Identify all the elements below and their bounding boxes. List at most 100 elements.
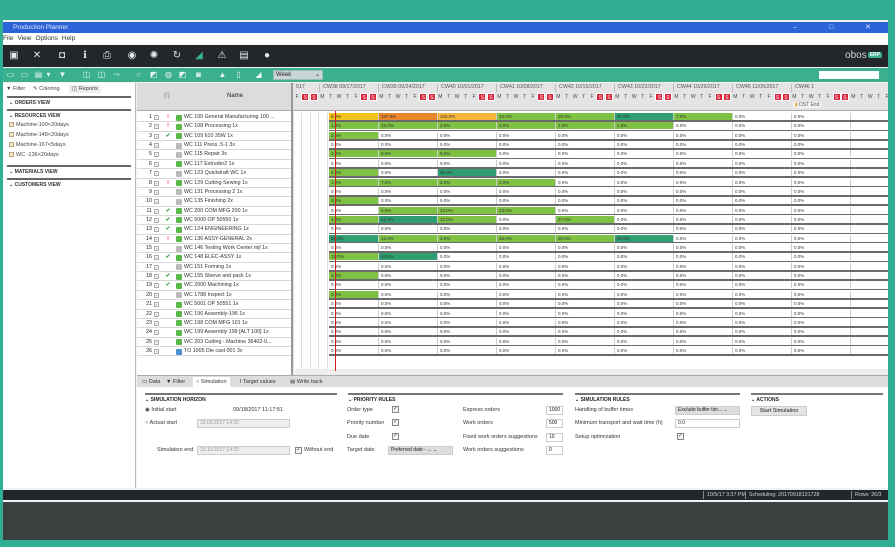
load-bar[interactable]: 0.0%: [792, 197, 851, 205]
table-row[interactable]: 11 + ✔ WC 200 COM MFG 200 1x: [137, 207, 291, 216]
table-row[interactable]: 10 + WC 135 Finishing 2x: [137, 197, 291, 207]
load-bar[interactable]: 0.0%: [556, 150, 615, 158]
load-bar[interactable]: 0.0%: [497, 131, 556, 139]
work-orders-input[interactable]: 500: [546, 419, 563, 428]
load-bar[interactable]: 0.0%: [792, 150, 851, 158]
load-bar[interactable]: 0.0%: [674, 150, 733, 158]
load-bar[interactable]: 0.0%: [674, 281, 733, 289]
close-icon[interactable]: ✕: [30, 49, 44, 63]
load-bar[interactable]: 0.0%: [615, 290, 674, 298]
resource-item[interactable]: Machine-167<5days: [9, 142, 66, 148]
user-icon[interactable]: ●: [260, 49, 274, 63]
table-row[interactable]: 20 + WC 1788 Inspect 1x: [137, 291, 291, 301]
table-row[interactable]: 15 + WC 146 Testing Work Center mjl 1x: [137, 244, 291, 254]
search-input[interactable]: [819, 71, 879, 79]
load-bar[interactable]: 0.0%: [792, 178, 851, 186]
load-bar[interactable]: 0.0%: [674, 337, 733, 345]
load-bar[interactable]: 0.0%: [497, 347, 556, 354]
load-bar[interactable]: 0.0%: [615, 215, 674, 223]
table-row[interactable]: 25 + WC 203 Cutting - Machine 36402-0...: [137, 338, 291, 347]
due-date-checkbox[interactable]: ✓: [392, 433, 399, 440]
load-bar[interactable]: 0.0%: [674, 141, 733, 149]
load-bar[interactable]: 0.0%: [792, 141, 851, 149]
table-row[interactable]: 23 + WC 198 COM MFG 101 1x: [137, 319, 291, 329]
load-bar[interactable]: 0.0%: [792, 187, 851, 195]
load-bar[interactable]: 0.0%: [556, 187, 615, 195]
expand-icon[interactable]: +: [154, 236, 159, 242]
load-bar[interactable]: 0.0%: [792, 131, 851, 139]
maximize-button[interactable]: □: [829, 22, 833, 33]
load-bar[interactable]: 0.0%: [733, 141, 792, 149]
load-bar[interactable]: 0.0%: [438, 337, 497, 345]
tab-simulation[interactable]: ○ Simulation: [193, 377, 230, 387]
load-bar[interactable]: 0.0%: [674, 215, 733, 223]
close-button[interactable]: ✕: [865, 22, 871, 33]
gear-icon[interactable]: ✺: [147, 49, 161, 63]
load-bar[interactable]: 0.0%: [615, 169, 674, 177]
load-bar[interactable]: 0.0%: [792, 159, 851, 167]
load-bar[interactable]: 0.0%: [556, 318, 615, 326]
load-bar[interactable]: 3.0%: [329, 131, 379, 139]
expand-icon[interactable]: +: [154, 171, 159, 177]
load-bar[interactable]: 0.0%: [792, 309, 851, 317]
load-bar[interactable]: 0.0%: [556, 328, 615, 336]
load-bar[interactable]: 0.0%: [674, 253, 733, 261]
load-bar[interactable]: 0.0%: [615, 347, 674, 354]
expand-icon[interactable]: +: [154, 274, 159, 280]
load-bar[interactable]: 0.0%: [615, 262, 674, 270]
load-bar[interactable]: 0.0%: [329, 309, 379, 317]
minimize-button[interactable]: –: [793, 22, 797, 33]
load-bar[interactable]: 1.0%: [329, 150, 379, 158]
load-bar[interactable]: 0.0%: [615, 159, 674, 167]
load-bar[interactable]: 40.0%: [379, 253, 438, 261]
load-bar[interactable]: 2.0%: [438, 178, 497, 186]
load-bar[interactable]: 0.0%: [379, 318, 438, 326]
table-row[interactable]: 8 +! WC 129 Cutting-Sewing 1x: [137, 179, 291, 188]
section-resources-view[interactable]: ⌄ RESOURCES VIEW: [7, 109, 131, 119]
load-bar[interactable]: 0.0%: [329, 347, 379, 354]
load-bar[interactable]: 0.0%: [615, 253, 674, 261]
load-bar[interactable]: 30.0%: [556, 234, 615, 242]
load-bar[interactable]: 0.0%: [497, 300, 556, 308]
table-row[interactable]: 17 + WC 151 Forming 1x: [137, 263, 291, 273]
circle-icon[interactable]: ○: [133, 70, 144, 80]
table-row[interactable]: 19 + ✔ WC 2000 Machining 1x: [137, 281, 291, 291]
load-bar[interactable]: 0.0%: [438, 131, 497, 139]
load-bar[interactable]: 29.0%: [556, 113, 615, 120]
load-bar[interactable]: 0.0%: [379, 169, 438, 177]
load-bar[interactable]: 0.0%: [792, 169, 851, 177]
load-bar[interactable]: 0.0%: [615, 337, 674, 345]
load-bar[interactable]: 0.0%: [379, 309, 438, 317]
expand-icon[interactable]: +: [154, 292, 159, 298]
load-bar[interactable]: 0.0%: [733, 187, 792, 195]
load-bar[interactable]: 12.0%: [379, 234, 438, 242]
expand-icon[interactable]: +: [154, 189, 159, 195]
load-bar[interactable]: 0.0%: [674, 272, 733, 280]
load-bar[interactable]: 0.0%: [379, 131, 438, 139]
load-bar[interactable]: 0.0%: [733, 225, 792, 233]
load-bar[interactable]: 0.0%: [792, 225, 851, 233]
load-bar[interactable]: 0.0%: [733, 234, 792, 242]
order-type-checkbox[interactable]: ✓: [392, 406, 399, 413]
load-bar[interactable]: 5.0%: [379, 206, 438, 214]
tab-reports[interactable]: ◫ Reports: [69, 85, 101, 93]
load-bar[interactable]: 5.0%: [438, 150, 497, 158]
load-bar[interactable]: 0.0%: [733, 328, 792, 336]
table-row[interactable]: 16 + ✔ WC 148 ELEC-ASSY 1x: [137, 253, 291, 263]
load-bar[interactable]: 10.0%: [438, 215, 497, 223]
expand-icon[interactable]: +: [154, 311, 159, 317]
load-bar[interactable]: 0.0%: [438, 244, 497, 252]
menu-help[interactable]: Help: [62, 35, 75, 42]
load-bar[interactable]: 0.0%: [615, 318, 674, 326]
table-row[interactable]: 9 + WC 131 Processing 2 1x: [137, 188, 291, 198]
table-row[interactable]: 21 + WC 5001 OP 50551 1x: [137, 300, 291, 310]
load-bar[interactable]: 0.0%: [556, 272, 615, 280]
load-bar[interactable]: 0.0%: [615, 225, 674, 233]
load-bar[interactable]: 157.0%: [379, 113, 438, 120]
load-bar[interactable]: 0.0%: [379, 141, 438, 149]
load-bar[interactable]: 2.0%: [438, 122, 497, 130]
load-bar[interactable]: 0.0%: [674, 309, 733, 317]
load-bar[interactable]: 0.0%: [497, 215, 556, 223]
load-bar[interactable]: 0.0%: [733, 253, 792, 261]
print-icon[interactable]: ⎙: [100, 49, 114, 63]
